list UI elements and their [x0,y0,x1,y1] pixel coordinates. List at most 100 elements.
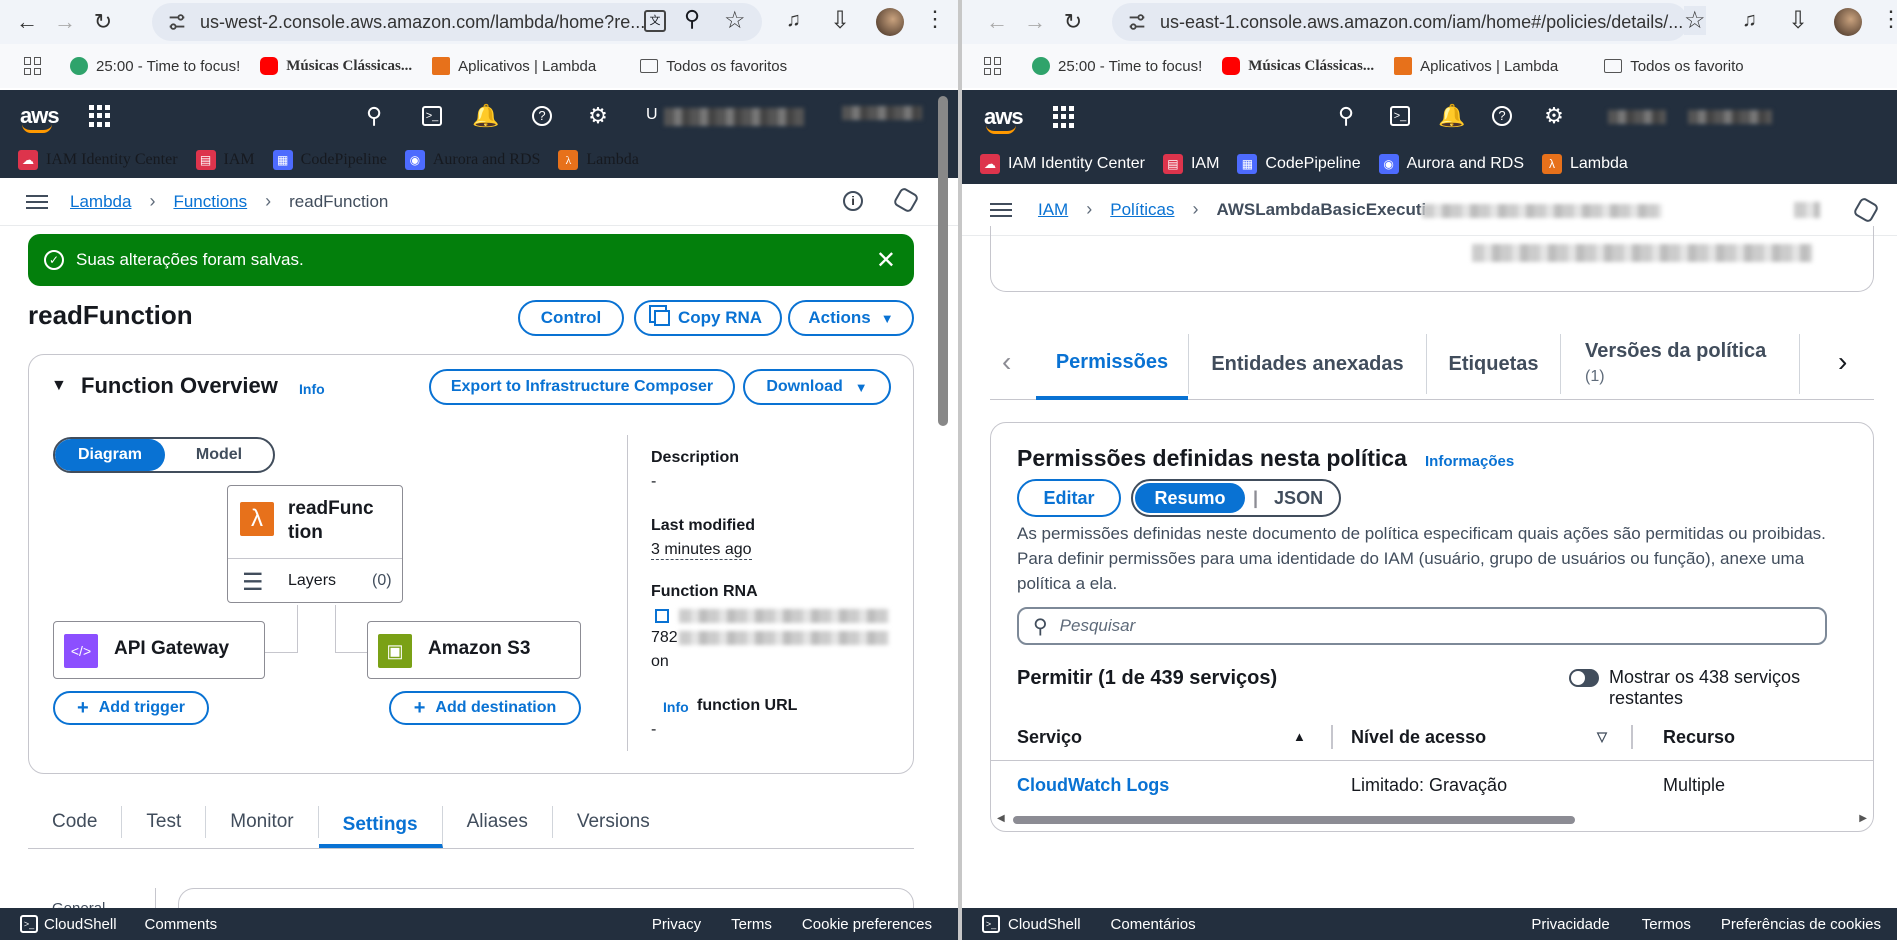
preferences-icon[interactable] [892,186,920,214]
actions-dropdown[interactable]: Actions ▼ [788,300,914,336]
back-icon[interactable]: ← [12,7,42,37]
footer-cookies[interactable]: Preferências de cookies [1721,916,1881,933]
fav-lambda[interactable]: λ Lambda [1541,154,1628,174]
footer-cookies[interactable]: Cookie preferences [802,916,932,933]
function-url-info[interactable]: Info [663,699,689,715]
add-trigger-button[interactable]: + Add trigger [53,691,209,725]
media-icon[interactable]: ♫ [786,9,801,32]
tab-aliases[interactable]: Aliases [443,806,553,838]
cloudshell-footer-icon[interactable]: >_ [982,915,1000,933]
download-icon[interactable]: ⇩ [1788,6,1808,35]
search-icon[interactable]: ⚲ [1332,102,1360,130]
cloudshell-icon[interactable]: >_ [418,102,446,130]
aws-logo[interactable]: aws [984,104,1024,134]
search-field[interactable]: ⚲ Pesquisar [1017,607,1827,645]
trigger-node[interactable]: </> API Gateway [53,621,265,679]
function-node[interactable]: λ readFunc tion ☰ Layers (0) [227,485,403,603]
collapse-caret-icon[interactable]: ▼ [51,377,67,395]
permissions-info-link[interactable]: Informações [1425,453,1514,470]
media-icon[interactable]: ♫ [1742,9,1757,32]
page-scrollbar[interactable] [938,96,948,426]
search-icon[interactable]: ⚲ [360,102,388,130]
copy-rna-button[interactable]: Copy RNA [634,300,782,336]
summary-toggle[interactable]: Resumo [1135,483,1245,513]
fav-iam-identity-center[interactable]: ☁ IAM Identity Center [980,154,1145,174]
forward-icon[interactable]: → [50,7,80,37]
address-bar[interactable]: us-east-1.console.aws.amazon.com/iam/hom… [1112,3,1688,41]
translate-icon[interactable]: 文 [644,10,666,32]
sort-descending-icon[interactable]: ▽ [1597,729,1607,745]
fav-codepipeline[interactable]: ▦ CodePipeline [272,150,387,170]
col-access[interactable]: Nível de acesso [1351,727,1486,748]
model-toggle[interactable]: Model [165,439,273,471]
menu-icon[interactable]: ⋮ [924,6,946,32]
help-icon[interactable]: ? [528,102,556,130]
col-service[interactable]: Serviço [1017,727,1082,748]
footer-comments[interactable]: Comments [145,916,218,933]
footer-privacy[interactable]: Privacy [652,916,701,933]
apps-icon[interactable] [24,57,42,75]
footer-terms[interactable]: Terms [731,916,772,933]
services-grid-icon[interactable] [88,105,111,127]
breadcrumb-iam[interactable]: IAM [1038,200,1068,220]
edit-button[interactable]: Editar [1017,479,1121,517]
scrollbar-thumb[interactable] [1013,816,1575,824]
cloudshell-icon[interactable]: >_ [1386,102,1414,130]
bell-icon[interactable]: 🔔 [1438,102,1466,130]
fav-iam-identity-center[interactable]: ☁ IAM Identity Center [18,150,178,170]
download-icon[interactable]: ⇩ [830,6,850,35]
add-destination-button[interactable]: + Add destination [389,691,581,725]
site-settings-icon[interactable] [166,11,188,33]
show-remaining-toggle[interactable] [1569,669,1599,687]
footer-privacy[interactable]: Privacidade [1531,916,1609,933]
reload-icon[interactable]: ↻ [88,7,118,37]
json-toggle[interactable]: JSON [1274,488,1323,509]
bookmark-all[interactable]: Todos os favorito [1604,58,1744,75]
services-grid-icon[interactable] [1052,106,1075,128]
breadcrumb-functions[interactable]: Functions [173,192,247,212]
bookmark-lambda[interactable]: Aplicativos | Lambda [1394,57,1558,75]
side-nav-menu-icon[interactable] [990,202,1012,217]
scroll-left-icon[interactable]: ◀ [997,813,1005,824]
help-icon[interactable]: ? [1488,102,1516,130]
destination-node[interactable]: ▣ Amazon S3 [367,621,581,679]
tabs-scroll-left-icon[interactable]: ‹ [1002,346,1011,378]
bookmark-focus[interactable]: 25:00 - Time to focus! [1032,57,1202,75]
tab-tags[interactable]: Etiquetas [1426,334,1560,394]
tab-versions[interactable]: Versões da política (1) [1560,334,1800,394]
tab-test[interactable]: Test [122,806,207,838]
sort-ascending-icon[interactable]: ▲ [1293,729,1306,744]
dismiss-close-icon[interactable]: ✕ [876,246,896,275]
footer-cloudshell[interactable]: CloudShell [1008,916,1081,933]
footer-comments[interactable]: Comentários [1111,916,1196,933]
copy-rna-icon[interactable] [655,609,669,623]
breadcrumb-lambda[interactable]: Lambda [70,192,131,212]
settings-gear-icon[interactable]: ⚙ [1540,102,1568,130]
apps-icon[interactable] [984,57,1002,75]
tab-code[interactable]: Code [28,806,123,838]
fav-aurora[interactable]: ◉ Aurora and RDS [1378,154,1524,174]
forward-icon[interactable]: → [1020,7,1050,37]
tab-monitor[interactable]: Monitor [206,806,319,838]
col-resource[interactable]: Recurso [1663,727,1735,748]
footer-cloudshell[interactable]: CloudShell [44,916,117,933]
tab-versions[interactable]: Versions [553,806,674,838]
star-icon[interactable]: ☆ [724,6,746,35]
reload-icon[interactable]: ↻ [1058,7,1088,37]
info-icon[interactable]: i [843,191,863,211]
zoom-icon[interactable]: ⚲ [684,6,701,32]
settings-gear-icon[interactable]: ⚙ [584,102,612,130]
tabs-scroll-right-icon[interactable]: › [1838,346,1847,378]
bookmark-lambda[interactable]: Aplicativos | Lambda [432,57,596,75]
account-menu[interactable]: U [646,106,658,124]
cloudshell-footer-icon[interactable]: >_ [20,915,38,933]
site-settings-icon[interactable] [1126,11,1148,33]
tab-entities[interactable]: Entidades anexadas [1188,334,1426,394]
horizontal-scrollbar[interactable]: ◀ ▶ [997,813,1867,827]
back-icon[interactable]: ← [982,7,1012,37]
bookmark-music[interactable]: Músicas Clássicas... [260,57,412,75]
aws-logo[interactable]: aws [20,103,60,133]
bell-icon[interactable]: 🔔 [472,102,500,130]
menu-icon[interactable]: ⋮ [1880,6,1897,32]
profile-avatar[interactable] [876,8,904,36]
